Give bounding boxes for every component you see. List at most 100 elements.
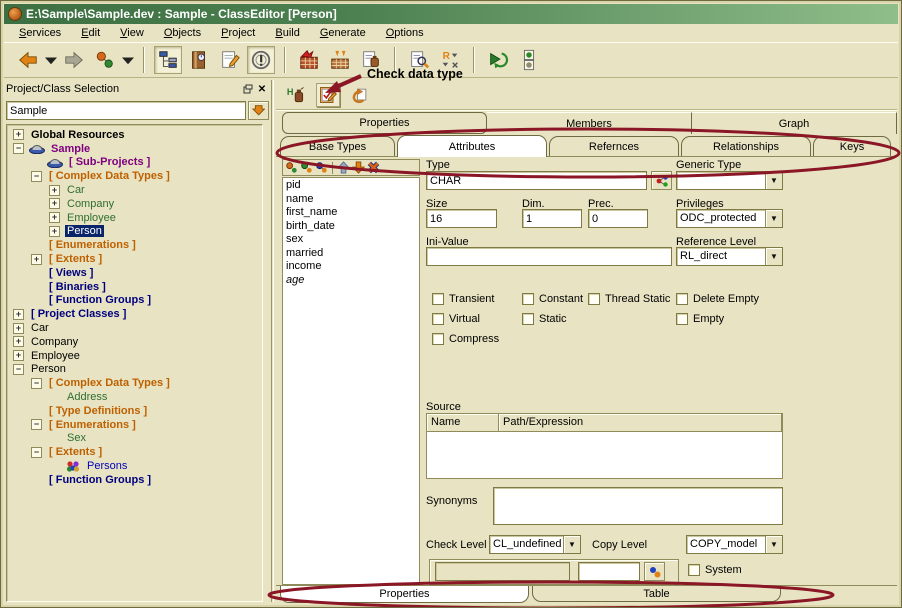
tab-properties[interactable]: Properties bbox=[282, 112, 487, 134]
collapse-icon[interactable]: − bbox=[31, 419, 42, 430]
tree-item[interactable]: Persons bbox=[11, 459, 262, 473]
menu-edit[interactable]: Edit bbox=[72, 26, 109, 41]
chevron-down-icon[interactable]: ▼ bbox=[765, 248, 782, 265]
navigate-objects-button[interactable] bbox=[91, 46, 119, 74]
checkbox-icon[interactable] bbox=[676, 293, 688, 305]
tab-attributes[interactable]: Attributes bbox=[397, 135, 547, 157]
tree-item[interactable]: [ Function Groups ] bbox=[11, 473, 262, 487]
menu-options[interactable]: Options bbox=[377, 26, 433, 41]
expand-icon[interactable]: + bbox=[49, 198, 60, 209]
tree-item[interactable]: −[ Complex Data Types ] bbox=[11, 376, 262, 390]
back-arrow-dropdown-button[interactable] bbox=[45, 46, 57, 74]
source-column-path-expression[interactable]: Path/Expression bbox=[499, 414, 782, 431]
library-button[interactable] bbox=[185, 46, 213, 74]
build-database-button[interactable] bbox=[295, 46, 323, 74]
check-level-select[interactable]: CL_undefined ▼ bbox=[489, 535, 581, 554]
tree-item[interactable]: +[ Extents ] bbox=[11, 252, 262, 266]
menu-generate[interactable]: Generate bbox=[311, 26, 375, 41]
tab-base-types[interactable]: Base Types bbox=[280, 136, 395, 156]
source-column-name[interactable]: Name bbox=[427, 414, 499, 431]
status-button[interactable] bbox=[515, 46, 543, 74]
flag-virtual[interactable]: Virtual bbox=[432, 313, 480, 325]
tab-keys[interactable]: Keys bbox=[813, 136, 891, 156]
checkbox-icon[interactable] bbox=[588, 293, 600, 305]
tab-relationships[interactable]: Relationships bbox=[681, 136, 811, 156]
synonyms-input[interactable] bbox=[493, 487, 783, 525]
tree-item[interactable]: −Person bbox=[11, 363, 262, 377]
check-data-type-button[interactable] bbox=[316, 83, 340, 107]
class-selector-input[interactable] bbox=[6, 101, 246, 120]
collapse-icon[interactable]: − bbox=[31, 447, 42, 458]
menu-build[interactable]: Build bbox=[266, 26, 308, 41]
tree-item[interactable]: +Company bbox=[11, 335, 262, 349]
inspector-button[interactable] bbox=[247, 46, 275, 74]
revert-button[interactable] bbox=[348, 83, 372, 107]
editor-button[interactable] bbox=[216, 46, 244, 74]
expand-icon[interactable]: + bbox=[49, 226, 60, 237]
copy-level-select[interactable]: COPY_model ▼ bbox=[686, 535, 783, 554]
expand-icon[interactable]: + bbox=[49, 212, 60, 223]
ini-value-input[interactable] bbox=[426, 247, 672, 266]
flag-thread-static[interactable]: Thread Static bbox=[588, 293, 670, 305]
dim-input[interactable] bbox=[522, 209, 582, 228]
check-document-button[interactable] bbox=[405, 46, 433, 74]
attribute-item-name[interactable]: name bbox=[286, 193, 419, 207]
privileges-select[interactable]: ODC_protected ▼ bbox=[676, 209, 783, 228]
tree-item[interactable]: Address bbox=[11, 390, 262, 404]
attribute-item-birth_date[interactable]: birth_date bbox=[286, 220, 419, 234]
chevron-down-icon[interactable]: ▼ bbox=[765, 210, 782, 227]
tree-item[interactable]: −[ Enumerations ] bbox=[11, 418, 262, 432]
report-button[interactable] bbox=[357, 46, 385, 74]
checkbox-icon[interactable] bbox=[688, 564, 700, 576]
source-table[interactable]: NamePath/Expression bbox=[426, 413, 783, 479]
tree-item[interactable]: −[ Complex Data Types ] bbox=[11, 169, 262, 183]
checkbox-icon[interactable] bbox=[676, 313, 688, 325]
add-reference-button[interactable] bbox=[300, 161, 313, 174]
reference-level-select[interactable]: RL_direct ▼ bbox=[676, 247, 783, 266]
chevron-down-icon[interactable]: ▼ bbox=[563, 536, 580, 553]
collapse-icon[interactable]: − bbox=[31, 378, 42, 389]
tree-item[interactable]: +Person bbox=[11, 225, 262, 239]
delete-button[interactable] bbox=[367, 161, 380, 174]
tab-graph[interactable]: Graph bbox=[692, 112, 897, 134]
bottom-tab-properties[interactable]: Properties bbox=[280, 586, 529, 603]
lookup-button[interactable] bbox=[644, 562, 665, 581]
flag-static[interactable]: Static bbox=[522, 313, 567, 325]
attribute-item-married[interactable]: married bbox=[286, 247, 419, 261]
collapse-icon[interactable]: − bbox=[13, 364, 24, 375]
tree-item[interactable]: −[ Extents ] bbox=[11, 445, 262, 459]
run-button[interactable] bbox=[484, 46, 512, 74]
flag-compress[interactable]: Compress bbox=[432, 333, 499, 345]
extra-field-1[interactable] bbox=[435, 562, 570, 581]
tab-members[interactable]: Members bbox=[487, 112, 692, 134]
generic-type-select[interactable]: ▼ bbox=[676, 171, 783, 190]
tree-item[interactable]: +Employee bbox=[11, 349, 262, 363]
attribute-item-income[interactable]: income bbox=[286, 260, 419, 274]
flag-transient[interactable]: Transient bbox=[432, 293, 494, 305]
tree-item[interactable]: +Global Resources bbox=[11, 128, 262, 142]
close-panel-button[interactable]: ✕ bbox=[255, 83, 269, 96]
menu-services[interactable]: Services bbox=[10, 26, 70, 41]
type-input[interactable] bbox=[426, 171, 647, 190]
system-checkbox[interactable]: System bbox=[688, 564, 742, 576]
tree-item[interactable]: +Car bbox=[11, 183, 262, 197]
expand-icon[interactable]: + bbox=[13, 323, 24, 334]
class-tree-button[interactable] bbox=[154, 46, 182, 74]
checkbox-icon[interactable] bbox=[432, 313, 444, 325]
tree-item[interactable]: −Sample bbox=[11, 142, 262, 156]
panel-divider[interactable] bbox=[271, 80, 274, 602]
tree-item[interactable]: [ Sub-Projects ] bbox=[11, 156, 262, 170]
expand-icon[interactable]: + bbox=[31, 254, 42, 265]
menu-project[interactable]: Project bbox=[212, 26, 264, 41]
back-arrow-button[interactable] bbox=[14, 46, 42, 74]
checkbox-icon[interactable] bbox=[432, 333, 444, 345]
collapse-icon[interactable]: − bbox=[13, 143, 24, 154]
flag-delete-empty[interactable]: Delete Empty bbox=[676, 293, 759, 305]
flag-constant[interactable]: Constant bbox=[522, 293, 583, 305]
attribute-item-sex[interactable]: sex bbox=[286, 233, 419, 247]
tree-item[interactable]: [ Binaries ] bbox=[11, 280, 262, 294]
update-database-button[interactable] bbox=[326, 46, 354, 74]
attribute-item-pid[interactable]: pid bbox=[286, 179, 419, 193]
tree-item[interactable]: +Employee bbox=[11, 211, 262, 225]
tree-item[interactable]: +[ Project Classes ] bbox=[11, 307, 262, 321]
